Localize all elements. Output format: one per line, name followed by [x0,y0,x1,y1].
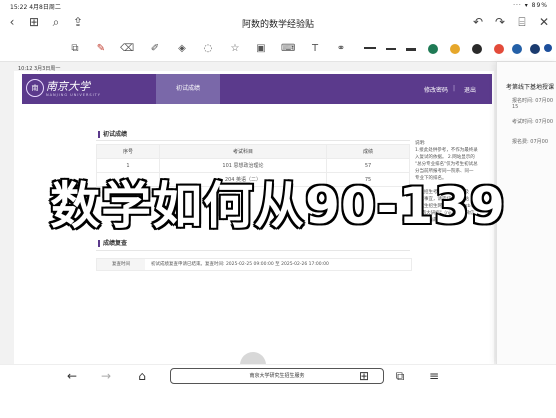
undo-icon[interactable]: ↶ [470,14,486,30]
column-header: 成绩 [326,144,410,159]
change-password-link[interactable]: 修改密码 [424,85,448,94]
side-panel-item: 考试时间: 07月00 [512,118,556,125]
menu-icon[interactable]: ≡ [426,368,442,384]
side-panel-item: 15 [512,104,556,110]
address-bar[interactable]: 南京大学研究生招生服务 [170,368,384,384]
university-seal-icon: 南 [26,79,44,97]
redo-icon[interactable]: ↷ [492,14,508,30]
section-divider [96,140,410,141]
column-header: 序号 [96,144,160,159]
line-medium-tool[interactable] [386,48,396,50]
eraser-icon[interactable]: ⌫ [120,42,134,56]
lasso-icon[interactable]: ◌ [201,42,215,56]
text-box-icon[interactable]: T [308,42,322,56]
bookmark-icon[interactable]: ⌸ [514,14,530,30]
color-swatch-dark-blue[interactable] [544,44,552,52]
retest-row: 复查时间 初试成绩复查申请已结束。复查时间: 2025-02-25 09:00:… [96,258,412,271]
image-icon[interactable]: ▣ [254,42,268,56]
color-swatch-yellow[interactable] [450,44,460,54]
shapes-icon[interactable]: ◈ [175,42,189,56]
status-bar: 15:22 4月8日周二 ··· ▾ 89% [0,0,556,11]
line-thin-tool[interactable] [364,47,376,49]
scores-section-title: 初试成绩 [98,131,127,138]
home-icon[interactable]: ⌂ [134,368,150,384]
color-swatch-green[interactable] [428,44,438,54]
close-icon[interactable]: ✕ [536,14,552,30]
lasso-image-icon[interactable]: ⧉ [68,42,82,56]
side-panel-title: 考第线下基地授课 [506,84,555,91]
star-sticker-icon[interactable]: ☆ [228,42,242,56]
notice-line: 1.接此处供参考，不作为最终录 [415,148,478,153]
keyboard-icon[interactable]: ⌨ [281,42,295,56]
notice-line: 说明: [415,141,426,146]
color-swatch-black[interactable] [472,44,482,54]
notice-line: 入复试的依据。 2.网站显示的 [415,155,475,160]
university-logo: 南京大学 [46,80,90,93]
retest-section-title: 成绩复查 [98,240,127,247]
back-arrow-icon[interactable]: ← [64,368,80,384]
line-thick-tool[interactable] [406,48,416,51]
color-swatch-red[interactable] [494,44,504,54]
table-header-row: 序号 考试科目 成绩 [96,144,410,159]
forward-arrow-icon[interactable]: → [98,368,114,384]
tab-count-icon[interactable]: ⧉ [392,368,408,384]
color-swatch-navy[interactable] [530,44,540,54]
retest-value: 初试成绩复查申请已结束。复查时间: 2025-02-25 09:00:00 至 … [151,262,329,267]
column-header: 考试科目 [159,144,327,159]
highlighter-icon[interactable]: ✐ [148,42,162,56]
university-logo-sub: NANJING UNIVERSITY [46,93,101,97]
pen-icon[interactable]: ✎ [94,42,108,56]
logout-link[interactable]: 退出 [464,85,476,94]
color-swatch-blue[interactable] [512,44,522,54]
retest-label: 复查时间 [97,259,145,270]
tab-initial-scores[interactable]: 初试成绩 [156,74,220,104]
status-indicators: ··· ▾ 89% [513,2,548,9]
header-divider: | [453,85,456,92]
video-caption-overlay: 数学如何从90-139 [49,176,507,237]
section-divider [96,250,410,251]
site-header [22,74,492,104]
tabs-grid-icon[interactable]: ⊞ [356,368,372,384]
side-panel-item: 报名费: 07月00 [512,138,556,145]
side-panel-item: 报名时间: 07月00 [512,97,556,104]
link-icon[interactable]: ⚭ [334,42,348,56]
